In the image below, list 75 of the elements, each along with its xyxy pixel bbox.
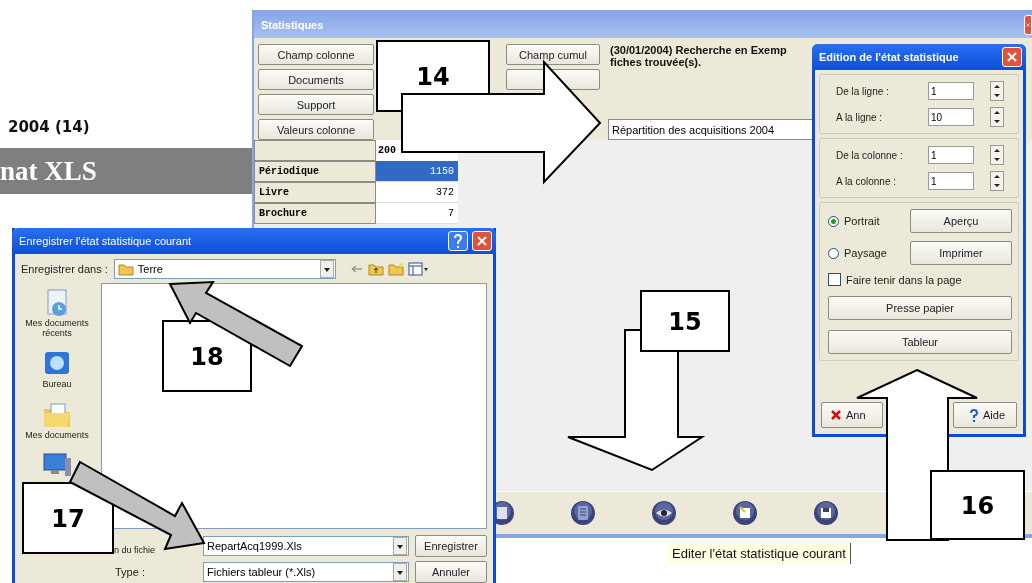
callout-label: 15 xyxy=(640,290,730,352)
row-header: Périodique xyxy=(254,161,376,182)
cancel-button[interactable]: Annuler xyxy=(415,561,487,583)
disk-icon[interactable] xyxy=(813,500,839,526)
callout-label: 16 xyxy=(930,470,1025,540)
question-icon xyxy=(969,408,979,422)
folder-up-icon[interactable] xyxy=(367,261,384,277)
place-label: Mes documents récents xyxy=(24,318,90,338)
export-button[interactable]: Presse papier xyxy=(828,296,1012,320)
close-button[interactable] xyxy=(1024,15,1032,35)
cross-icon xyxy=(830,409,842,421)
checkbox[interactable] xyxy=(828,273,841,286)
place-item[interactable]: Mes documents xyxy=(20,399,94,440)
spinner-icon[interactable] xyxy=(990,145,1004,165)
location-dropdown[interactable]: Terre xyxy=(113,259,336,279)
help-button[interactable]: Aide xyxy=(953,402,1017,428)
search-summary: (30/01/2004) Recherche en Exemp xyxy=(610,44,787,56)
table-cell[interactable]: 372 xyxy=(376,182,458,203)
heading-text: 2004 (14) xyxy=(8,118,90,136)
close-button[interactable] xyxy=(472,231,492,251)
radio-label: Portrait xyxy=(844,215,880,227)
number-field[interactable]: 1 xyxy=(928,146,974,164)
tooltip: Editer l'état statistique courant xyxy=(668,543,851,564)
dialog-title: Enregistrer l'état statistique courant xyxy=(19,235,193,247)
callout-label: 17 xyxy=(22,482,114,554)
field-button[interactable]: Documents xyxy=(258,69,374,90)
place-item[interactable]: Bureau xyxy=(20,348,94,389)
question-icon xyxy=(452,234,464,248)
field-label: De la colonne : xyxy=(836,149,904,161)
number-field[interactable]: 1 xyxy=(928,82,974,100)
radio-button[interactable] xyxy=(828,215,839,227)
table-cell[interactable]: 1150 xyxy=(376,161,458,182)
row-header: Brochure xyxy=(254,203,376,224)
action-button[interactable]: Imprimer xyxy=(910,241,1012,265)
checkbox-label: Faire tenir dans la page xyxy=(846,273,962,286)
calculator-icon[interactable] xyxy=(570,500,596,526)
place-item[interactable]: Mes documents récents xyxy=(20,287,94,338)
close-button[interactable] xyxy=(1002,47,1022,67)
spinner-icon[interactable] xyxy=(990,171,1004,191)
place-label: Mes documents xyxy=(24,430,90,440)
table-cell[interactable]: 7 xyxy=(376,203,458,224)
field-button[interactable]: Support xyxy=(258,94,374,115)
filename-field[interactable]: RepartAcq1999.Xls xyxy=(203,536,409,556)
search-summary: fiches trouvée(s). xyxy=(610,56,702,68)
folder-icon xyxy=(117,261,134,277)
window-title: Statistiques xyxy=(261,19,325,31)
row-header: Livre xyxy=(254,182,376,203)
field-label: A la colonne : xyxy=(836,175,898,187)
cumul-button[interactable]: Champ cumul xyxy=(506,44,600,65)
spinner-icon[interactable] xyxy=(990,107,1004,127)
field-label: Type : xyxy=(115,566,146,578)
callout-label: 18 xyxy=(162,320,252,392)
cancel-button[interactable]: Ann xyxy=(821,402,883,428)
field-label: Enregistrer dans : xyxy=(21,263,108,275)
number-field[interactable]: 1 xyxy=(928,172,974,190)
field-button[interactable]: Champ colonne xyxy=(258,44,374,65)
field-button[interactable]: Valeurs colonne xyxy=(258,119,374,140)
banner-title: nat XLS xyxy=(0,155,97,187)
radio-button[interactable] xyxy=(828,247,839,259)
field-label: A la ligne : xyxy=(836,111,884,123)
save-button[interactable]: Enregistrer xyxy=(415,535,487,557)
file-type-dropdown[interactable]: Fichiers tableur (*.Xls) xyxy=(203,562,409,582)
field-label: De la ligne : xyxy=(836,85,890,97)
export-button[interactable]: Tableur xyxy=(828,330,1012,354)
field-label: n du fichie xyxy=(114,545,157,555)
number-field[interactable]: 10 xyxy=(928,108,974,126)
place-label: Bureau xyxy=(41,379,73,389)
radio-label: Paysage xyxy=(844,247,887,259)
view-menu-icon[interactable] xyxy=(407,261,428,277)
help-button[interactable] xyxy=(448,231,468,251)
action-button[interactable]: Aperçu xyxy=(910,209,1012,233)
dialog-title: Edition de l'état statistique xyxy=(819,51,960,63)
eye-icon[interactable] xyxy=(651,500,677,526)
spinner-icon[interactable] xyxy=(990,81,1004,101)
edit-disk-icon[interactable] xyxy=(732,500,758,526)
